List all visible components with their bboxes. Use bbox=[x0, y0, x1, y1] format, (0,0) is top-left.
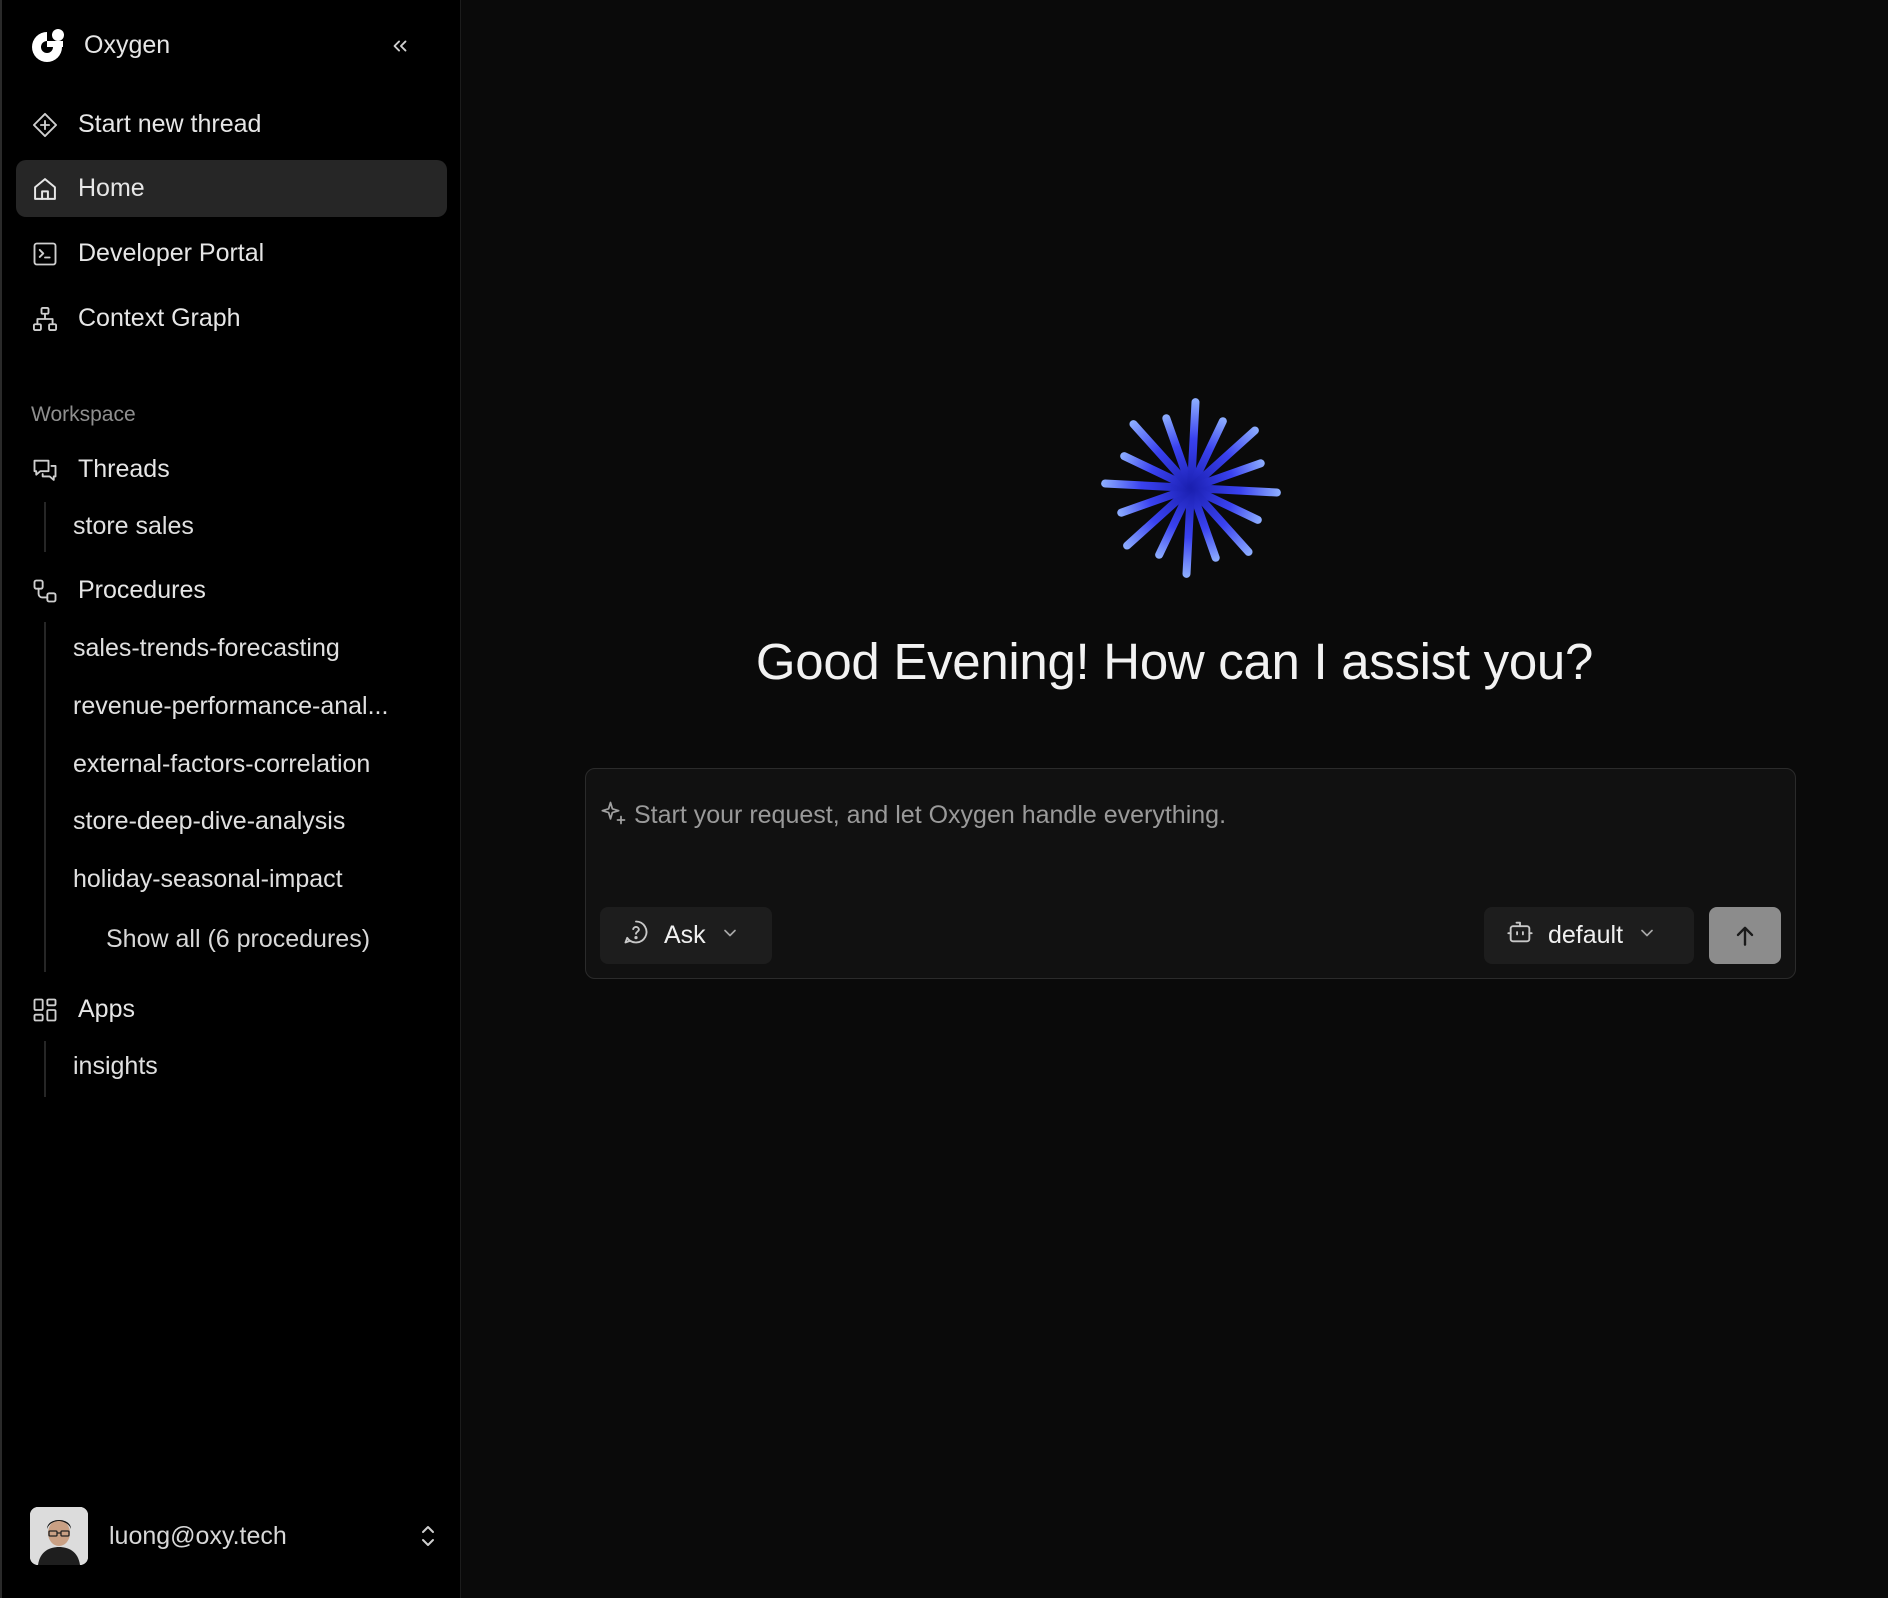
composer: Ask de bbox=[585, 768, 1796, 979]
app-item-insights[interactable]: insights bbox=[73, 1052, 158, 1081]
nav-item-threads[interactable]: Threads bbox=[16, 441, 447, 498]
procedure-item[interactable]: sales-trends-forecasting bbox=[73, 634, 340, 663]
collapse-sidebar-button[interactable] bbox=[382, 28, 418, 64]
nav-item-procedures[interactable]: Procedures bbox=[16, 562, 447, 619]
agent-select-value: default bbox=[1548, 921, 1624, 949]
mode-select[interactable]: Ask bbox=[600, 907, 772, 964]
greeting-heading: Good Evening! How can I assist you? bbox=[755, 633, 1594, 690]
terminal-icon bbox=[30, 239, 60, 269]
nav-label: Developer Portal bbox=[78, 239, 265, 267]
procedure-item[interactable]: holiday-seasonal-impact bbox=[73, 865, 343, 894]
user-email: luong@oxy.tech bbox=[109, 1521, 287, 1550]
workspace-section-label: Workspace bbox=[31, 403, 136, 426]
help-circle-icon bbox=[622, 918, 650, 953]
send-button[interactable] bbox=[1709, 907, 1781, 964]
network-icon bbox=[30, 304, 60, 334]
nav-label: Context Graph bbox=[78, 304, 241, 332]
nav-label: Home bbox=[78, 174, 145, 202]
nav-item-apps[interactable]: Apps bbox=[16, 981, 447, 1038]
nav-label: Procedures bbox=[78, 576, 206, 604]
app-name: Oxygen bbox=[84, 30, 171, 59]
bot-icon bbox=[1506, 918, 1534, 953]
home-icon bbox=[30, 174, 60, 204]
user-menu[interactable]: luong@oxy.tech bbox=[30, 1507, 440, 1565]
nav-item-developer-portal[interactable]: Developer Portal bbox=[16, 225, 447, 282]
chevron-down-icon bbox=[1637, 921, 1657, 950]
nav-label: Threads bbox=[78, 455, 170, 483]
nav-label: Apps bbox=[78, 995, 135, 1023]
agent-select[interactable]: default bbox=[1484, 907, 1694, 964]
thread-item-store-sales[interactable]: store sales bbox=[73, 512, 194, 541]
request-input[interactable] bbox=[634, 801, 1734, 830]
app-root: Oxygen Start new thread Home Developer P… bbox=[0, 0, 1888, 1598]
oxygen-logo-icon bbox=[32, 28, 69, 62]
chevrons-up-down-icon bbox=[416, 1521, 440, 1556]
sparkle-icon bbox=[600, 799, 628, 832]
procedure-item[interactable]: store-deep-dive-analysis bbox=[73, 807, 345, 836]
show-all-procedures-link[interactable]: Show all (6 procedures) bbox=[106, 925, 370, 954]
grid-icon bbox=[30, 995, 60, 1025]
nav-item-home[interactable]: Home bbox=[16, 160, 447, 217]
start-new-thread-button[interactable]: Start new thread bbox=[16, 96, 447, 153]
workflow-icon bbox=[30, 576, 60, 606]
brand[interactable]: Oxygen bbox=[28, 24, 170, 66]
sidebar: Oxygen Start new thread Home Developer P… bbox=[0, 0, 461, 1598]
nav-item-context-graph[interactable]: Context Graph bbox=[16, 290, 447, 347]
mode-select-value: Ask bbox=[664, 921, 706, 949]
composer-input-row bbox=[600, 799, 1734, 832]
chevron-down-icon bbox=[720, 921, 740, 950]
chat-bubbles-icon bbox=[30, 455, 60, 485]
procedures-tree-line bbox=[44, 622, 46, 972]
apps-tree-line bbox=[44, 1041, 46, 1097]
procedure-item[interactable]: revenue-performance-anal... bbox=[73, 692, 388, 721]
nav-label: Start new thread bbox=[78, 110, 262, 138]
chevrons-left-icon bbox=[393, 40, 407, 52]
main-content: Good Evening! How can I assist you? Star… bbox=[461, 0, 1888, 1598]
arrow-up-icon bbox=[1736, 926, 1754, 946]
avatar bbox=[30, 1507, 88, 1565]
diamond-plus-icon bbox=[30, 110, 60, 140]
starburst-logo-icon bbox=[1101, 398, 1281, 578]
threads-tree-line bbox=[44, 502, 46, 552]
procedure-item[interactable]: external-factors-correlation bbox=[73, 750, 370, 779]
